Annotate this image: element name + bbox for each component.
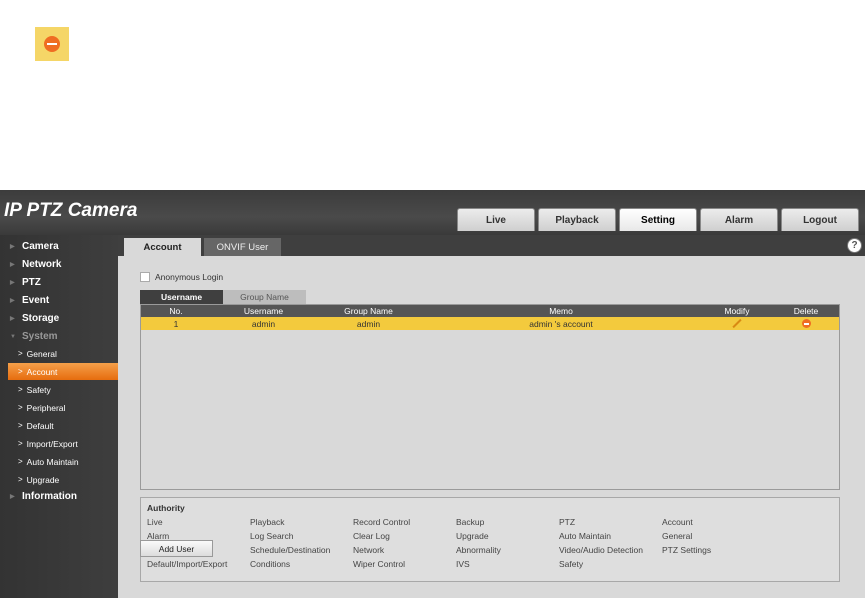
authority-item: Record Control <box>353 517 411 527</box>
main-nav: Live Playback Setting Alarm Logout <box>457 208 859 231</box>
user-group-tabs: Username Group Name <box>140 290 306 304</box>
delete-icon-large <box>35 27 69 61</box>
authority-item: Live <box>147 517 163 527</box>
sidebar-item-network[interactable]: ▶ Network <box>0 256 118 273</box>
cell-modify <box>701 317 773 330</box>
add-user-button[interactable]: Add User <box>140 540 213 557</box>
app-window: IP PTZ Camera Live Playback Setting Alar… <box>0 190 865 598</box>
authority-item: Network <box>353 545 385 555</box>
chevron-right-icon: > <box>18 475 23 484</box>
sidebar-sub-general[interactable]: > General <box>8 345 118 362</box>
chevron-right-icon: > <box>18 457 23 466</box>
table-header: No. Username Group Name Memo Modify Dele… <box>141 305 839 317</box>
chevron-right-icon: > <box>18 439 23 448</box>
authority-item: Auto Maintain <box>559 531 611 541</box>
cell-delete <box>773 317 839 330</box>
sidebar-item-ptz[interactable]: ▶ PTZ <box>0 274 118 291</box>
arrow-right-icon: ▶ <box>10 316 15 322</box>
authority-panel: Authority Live Playback Record Control Back… <box>140 497 840 582</box>
nav-tab-logout[interactable]: Logout <box>781 208 859 231</box>
col-delete: Delete <box>793 306 819 316</box>
sidebar-sub-peripheral[interactable]: > Peripheral <box>8 399 118 416</box>
col-memo: Memo <box>549 306 573 316</box>
sidebar-item-event[interactable]: ▶ Event <box>0 292 118 309</box>
tab-onvif-user[interactable]: ONVIF User <box>204 238 281 256</box>
help-icon[interactable]: ? <box>847 238 862 253</box>
sidebar-sub-safety[interactable]: > Safety <box>8 381 118 398</box>
authority-item: Backup <box>456 517 485 527</box>
authority-item: Account <box>662 517 693 527</box>
arrow-right-icon: ▶ <box>10 298 15 304</box>
authority-item: Upgrade <box>456 531 489 541</box>
cell-username: admin <box>251 318 276 329</box>
anonymous-login-checkbox[interactable] <box>140 272 150 282</box>
authority-item: Conditions <box>250 559 291 569</box>
authority-item: Video/Audio Detection <box>559 545 643 555</box>
cell-no: 1 <box>173 318 179 329</box>
col-no: No. <box>169 306 183 316</box>
authority-item: PTZ Settings <box>662 545 712 555</box>
edit-icon[interactable] <box>732 319 742 329</box>
sidebar-sub-import-export[interactable]: > Import/Export <box>8 435 118 452</box>
sidebar-sub-upgrade[interactable]: > Upgrade <box>8 471 118 488</box>
arrow-down-icon: ▼ <box>10 333 16 340</box>
table-row[interactable]: 1 admin admin admin 's account <box>141 317 839 330</box>
authority-item: Clear Log <box>353 531 390 541</box>
arrow-right-icon: ▶ <box>10 280 15 286</box>
authority-item: Wiper Control <box>353 559 405 569</box>
authority-item: General <box>662 531 693 541</box>
authority-item: Safety <box>559 559 584 569</box>
tab-username[interactable]: Username <box>140 290 223 304</box>
authority-item: Schedule/Destination <box>250 545 331 555</box>
nav-tab-alarm[interactable]: Alarm <box>700 208 778 231</box>
user-table: No. Username Group Name Memo Modify Dele… <box>140 304 840 490</box>
authority-title: Authority <box>147 503 185 513</box>
content-panel: Account ONVIF User ? Anonymous Login Use… <box>118 235 865 598</box>
sidebar-sub-account[interactable]: > Account <box>8 363 118 380</box>
arrow-right-icon: ▶ <box>10 262 15 268</box>
chevron-right-icon: > <box>18 367 23 376</box>
tab-group-name[interactable]: Group Name <box>223 290 306 304</box>
tab-account[interactable]: Account <box>124 238 201 256</box>
col-username: Username <box>243 306 284 316</box>
arrow-right-icon: ▶ <box>10 244 15 250</box>
chevron-right-icon: > <box>18 349 23 358</box>
nav-tab-setting[interactable]: Setting <box>619 208 697 231</box>
sidebar-sub-default[interactable]: > Default <box>8 417 118 434</box>
brand-title: IP PTZ Camera <box>4 200 138 221</box>
authority-item: IVS <box>456 559 470 569</box>
chevron-right-icon: > <box>18 403 23 412</box>
sidebar: ▶ Camera ▶ Network ▶ PTZ ▶ Event ▶ Storage ▼ S… <box>0 235 118 598</box>
chevron-right-icon: > <box>18 421 23 430</box>
authority-item: Abnormality <box>456 545 501 555</box>
content-tabstrip: Account ONVIF User ? <box>118 235 865 256</box>
authority-item: Log Search <box>250 531 294 541</box>
arrow-right-icon: ▶ <box>10 494 15 500</box>
col-group-name: Group Name <box>344 306 393 316</box>
header: IP PTZ Camera Live Playback Setting Alar… <box>0 190 865 235</box>
anonymous-login[interactable]: Anonymous Login <box>140 272 223 282</box>
sidebar-item-camera[interactable]: ▶ Camera <box>0 238 118 255</box>
col-modify: Modify <box>724 306 750 316</box>
sidebar-sub-auto-maintain[interactable]: > Auto Maintain <box>8 453 118 470</box>
delete-icon <box>44 36 60 52</box>
cell-group: admin <box>356 318 381 329</box>
nav-tab-live[interactable]: Live <box>457 208 535 231</box>
authority-item: Default/Import/Export <box>147 559 228 569</box>
cell-memo: admin 's account <box>529 318 593 329</box>
chevron-right-icon: > <box>18 385 23 394</box>
authority-item: Playback <box>250 517 285 527</box>
sidebar-item-storage[interactable]: ▶ Storage <box>0 310 118 327</box>
nav-tab-playback[interactable]: Playback <box>538 208 616 231</box>
sidebar-item-information[interactable]: ▶ Information <box>0 488 118 505</box>
authority-item: PTZ <box>559 517 576 527</box>
sidebar-item-system[interactable]: ▼ System <box>0 328 118 345</box>
delete-icon[interactable] <box>801 319 811 328</box>
